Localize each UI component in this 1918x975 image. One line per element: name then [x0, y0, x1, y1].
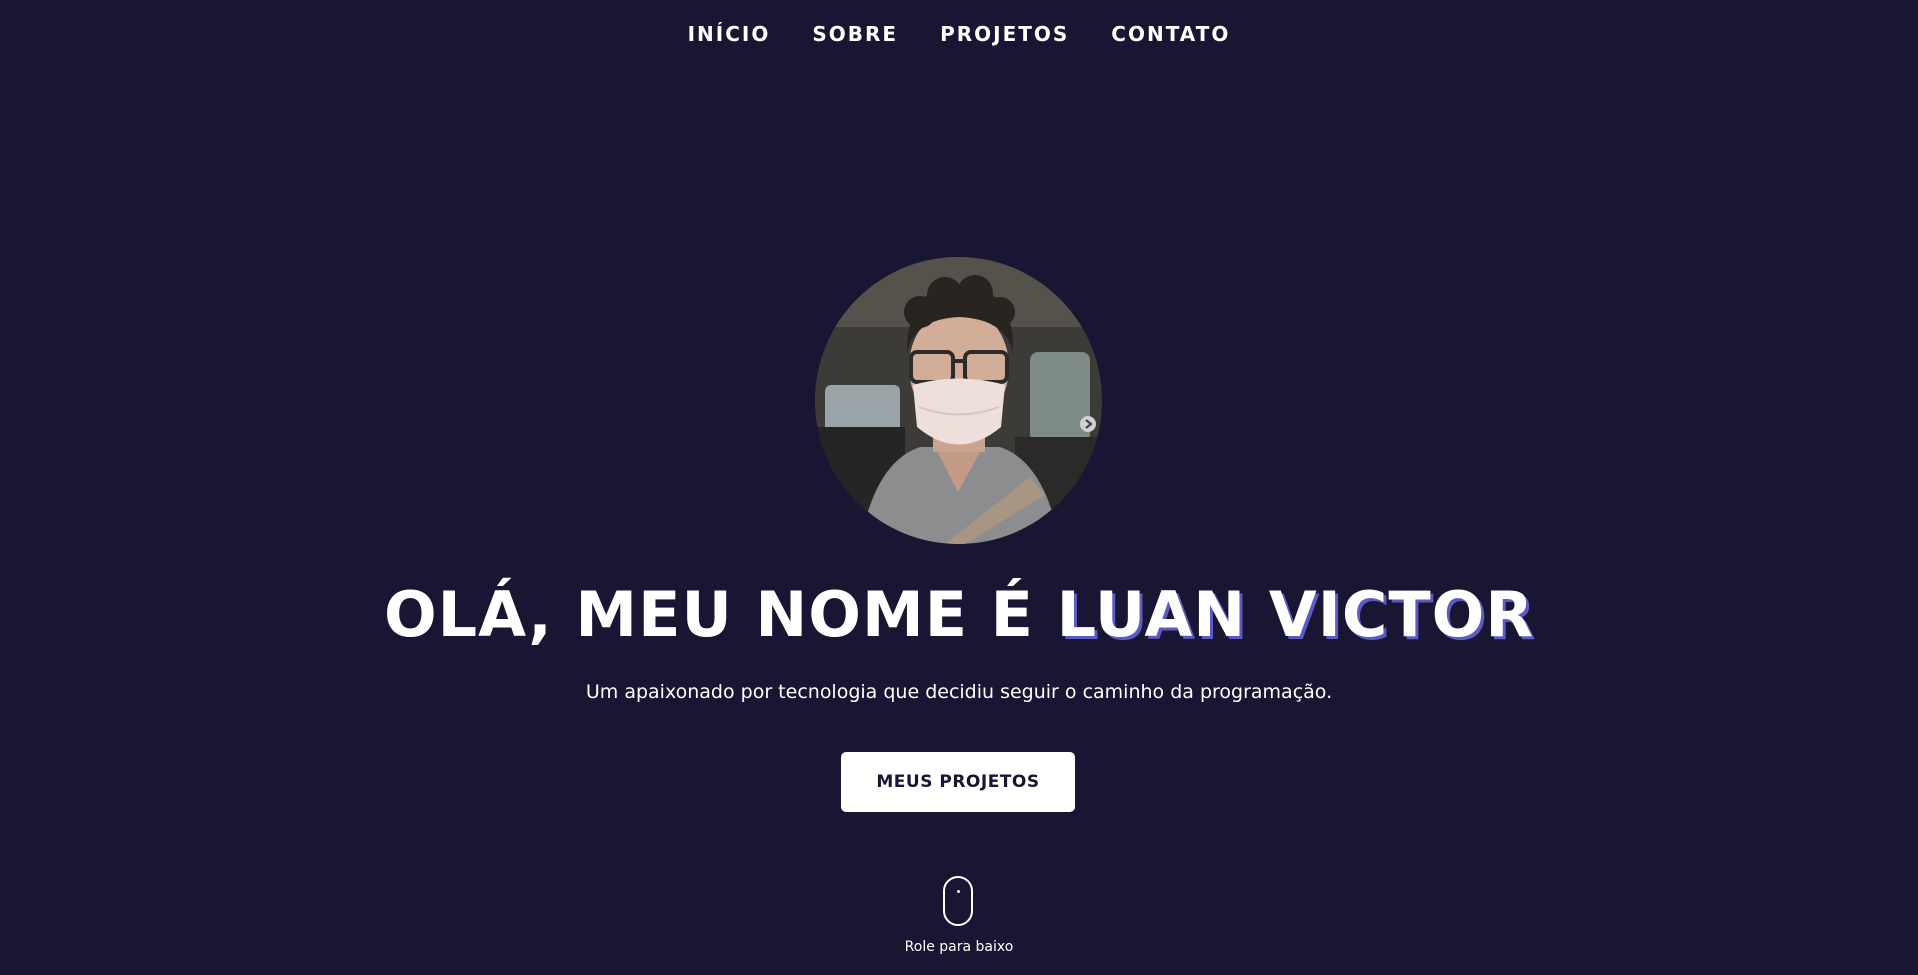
mouse-wheel: [957, 890, 960, 893]
profile-photo: [815, 257, 1102, 544]
top-nav: INÍCIO SOBRE PROJETOS CONTATO: [0, 22, 1918, 46]
nav-link-sobre[interactable]: SOBRE: [812, 22, 898, 46]
nav-link-inicio[interactable]: INÍCIO: [688, 22, 771, 46]
hero-headline: OLÁ, MEU NOME É LUAN VICTOR: [0, 576, 1918, 654]
scroll-hint-label: Role para baixo: [904, 939, 1014, 955]
mouse-icon[interactable]: [943, 876, 973, 926]
nav-link-contato[interactable]: CONTATO: [1111, 22, 1230, 46]
my-projects-button[interactable]: MEUS PROJETOS: [841, 752, 1075, 812]
hero-subtitle: Um apaixonado por tecnologia que decidiu…: [585, 681, 1333, 703]
nav-link-projetos[interactable]: PROJETOS: [940, 22, 1069, 46]
hero-name: LUAN VICTOR: [1056, 578, 1535, 651]
avatar: [815, 257, 1102, 544]
hero-greeting: OLÁ, MEU NOME É: [383, 578, 1034, 651]
